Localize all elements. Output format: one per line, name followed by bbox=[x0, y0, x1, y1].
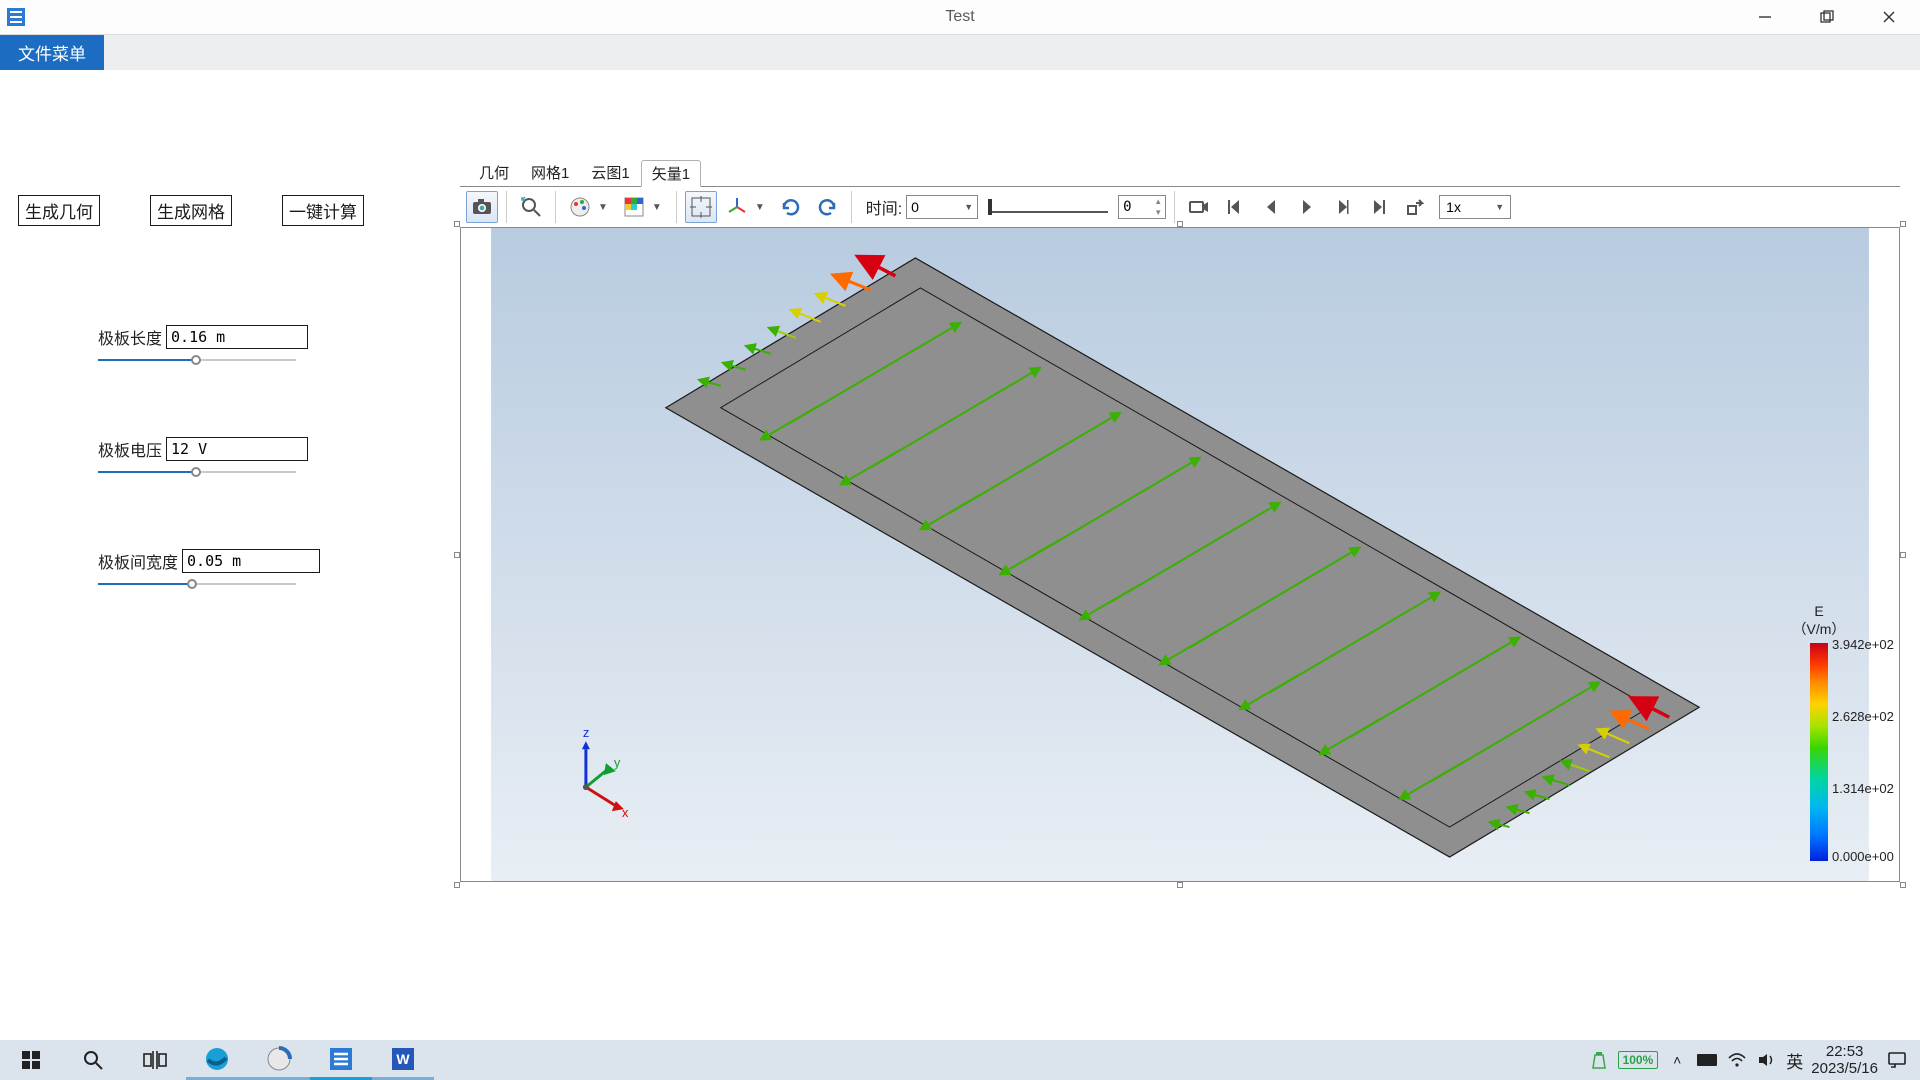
legend-tick: 3.942e+02 bbox=[1832, 637, 1894, 652]
maximize-button[interactable] bbox=[1796, 0, 1858, 34]
viewer-area: 几何 网格1 云图1 矢量1 ▼ ▼ ▼ 时间: 0▼ 0 bbox=[460, 162, 1900, 882]
clock-date: 2023/5/16 bbox=[1811, 1060, 1878, 1077]
axis-select-icon[interactable] bbox=[721, 191, 753, 223]
center-icon[interactable] bbox=[685, 191, 717, 223]
rotate-ccw-icon[interactable] bbox=[811, 191, 843, 223]
chevron-down-icon[interactable]: ▼ bbox=[755, 202, 765, 213]
plate-voltage-input[interactable] bbox=[166, 437, 308, 461]
power-icon[interactable] bbox=[1588, 1049, 1610, 1071]
titlebar: Test bbox=[0, 0, 1920, 35]
vector-plot-svg: z x y bbox=[461, 228, 1899, 881]
chevron-down-icon[interactable]: ▼ bbox=[598, 202, 608, 213]
svg-text:y: y bbox=[614, 755, 621, 770]
taskbar: W 100% ˄ 英 22:53 2023/5/16 bbox=[0, 1040, 1920, 1080]
generate-mesh-button[interactable]: 生成网格 bbox=[150, 195, 232, 226]
start-button[interactable] bbox=[0, 1040, 62, 1080]
app-logo-icon bbox=[4, 5, 28, 29]
one-click-calc-button[interactable]: 一键计算 bbox=[282, 195, 364, 226]
viewer-toolbar: ▼ ▼ ▼ 时间: 0▼ 0 ▲▼ 1x▼ bbox=[460, 186, 1900, 228]
legend-tick: 1.314e+02 bbox=[1832, 781, 1894, 796]
palette-icon[interactable] bbox=[564, 191, 596, 223]
wifi-icon[interactable] bbox=[1726, 1049, 1748, 1071]
legend-unit: （V/m） bbox=[1769, 619, 1869, 639]
param-label: 极板电压 bbox=[98, 437, 162, 461]
search-button[interactable] bbox=[62, 1040, 124, 1080]
ime-indicator[interactable]: 英 bbox=[1786, 1048, 1803, 1073]
chevron-up-icon[interactable]: ˄ bbox=[1666, 1049, 1688, 1071]
window-title: Test bbox=[945, 8, 974, 26]
svg-text:z: z bbox=[583, 725, 589, 740]
export-icon[interactable] bbox=[1399, 191, 1431, 223]
param-plate-voltage: 极板电压 bbox=[98, 437, 308, 479]
3d-viewport[interactable]: z x y E （V/m） 3.942e+02 2.628e+02 1.314e… bbox=[460, 228, 1900, 882]
first-frame-icon[interactable] bbox=[1219, 191, 1251, 223]
param-label: 极板间宽度 bbox=[98, 549, 178, 573]
cube-grid-icon[interactable] bbox=[618, 191, 650, 223]
speed-value: 1x bbox=[1446, 199, 1461, 215]
tab-geometry[interactable]: 几何 bbox=[468, 159, 520, 186]
next-frame-icon[interactable] bbox=[1327, 191, 1359, 223]
menubar: 文件菜单 bbox=[0, 35, 1920, 70]
taskbar-app-word[interactable]: W bbox=[372, 1040, 434, 1080]
frame-value: 0 bbox=[1119, 196, 1151, 218]
time-combo[interactable]: 0▼ bbox=[906, 195, 978, 219]
time-label: 时间: bbox=[866, 195, 902, 219]
plate-length-slider[interactable] bbox=[98, 353, 296, 367]
tab-mesh[interactable]: 网格1 bbox=[520, 159, 580, 186]
svg-text:W: W bbox=[396, 1051, 410, 1067]
zoom-icon[interactable] bbox=[515, 191, 547, 223]
param-plate-length: 极板长度 bbox=[98, 325, 308, 367]
task-view-button[interactable] bbox=[124, 1040, 186, 1080]
legend-title: E bbox=[1769, 603, 1869, 619]
taskbar-app-edge[interactable] bbox=[186, 1040, 248, 1080]
speed-combo[interactable]: 1x▼ bbox=[1439, 195, 1511, 219]
minimize-button[interactable] bbox=[1734, 0, 1796, 34]
taskbar-app-browser[interactable] bbox=[248, 1040, 310, 1080]
volume-icon[interactable] bbox=[1756, 1049, 1778, 1071]
svg-text:x: x bbox=[622, 805, 629, 820]
legend-tick: 0.000e+00 bbox=[1832, 849, 1894, 864]
file-menu[interactable]: 文件菜单 bbox=[0, 35, 104, 70]
clock[interactable]: 22:53 2023/5/16 bbox=[1811, 1043, 1878, 1078]
plate-length-input[interactable] bbox=[166, 325, 308, 349]
rotate-cw-icon[interactable] bbox=[775, 191, 807, 223]
chevron-down-icon[interactable]: ▼ bbox=[652, 202, 662, 213]
close-button[interactable] bbox=[1858, 0, 1920, 34]
param-plate-gap: 极板间宽度 bbox=[98, 549, 308, 591]
time-value: 0 bbox=[911, 199, 919, 215]
tab-vector[interactable]: 矢量1 bbox=[641, 160, 701, 187]
tab-strip: 几何 网格1 云图1 矢量1 bbox=[460, 162, 1900, 186]
keyboard-icon[interactable] bbox=[1696, 1049, 1718, 1071]
prev-frame-icon[interactable] bbox=[1255, 191, 1287, 223]
plate-gap-input[interactable] bbox=[182, 549, 320, 573]
timeline-slider[interactable] bbox=[988, 197, 1108, 217]
legend-tick: 2.628e+02 bbox=[1832, 709, 1894, 724]
battery-indicator[interactable]: 100% bbox=[1618, 1051, 1659, 1069]
record-icon[interactable] bbox=[1183, 191, 1215, 223]
notification-icon[interactable] bbox=[1886, 1049, 1908, 1071]
last-frame-icon[interactable] bbox=[1363, 191, 1395, 223]
frame-spinner[interactable]: 0 ▲▼ bbox=[1118, 195, 1166, 219]
plate-voltage-slider[interactable] bbox=[98, 465, 296, 479]
play-icon[interactable] bbox=[1291, 191, 1323, 223]
taskbar-app-sim[interactable] bbox=[310, 1040, 372, 1080]
left-panel: 生成几何 生成网格 一键计算 极板长度 极板电压 bbox=[0, 70, 460, 1040]
tab-cloud[interactable]: 云图1 bbox=[580, 159, 640, 186]
camera-icon[interactable] bbox=[466, 191, 498, 223]
clock-time: 22:53 bbox=[1811, 1043, 1878, 1060]
workspace: 生成几何 生成网格 一键计算 极板长度 极板电压 bbox=[0, 70, 1920, 1040]
colorbar-legend: E （V/m） 3.942e+02 2.628e+02 1.314e+02 0.… bbox=[1769, 603, 1869, 861]
generate-geometry-button[interactable]: 生成几何 bbox=[18, 195, 100, 226]
plate-gap-slider[interactable] bbox=[98, 577, 296, 591]
param-label: 极板长度 bbox=[98, 325, 162, 349]
